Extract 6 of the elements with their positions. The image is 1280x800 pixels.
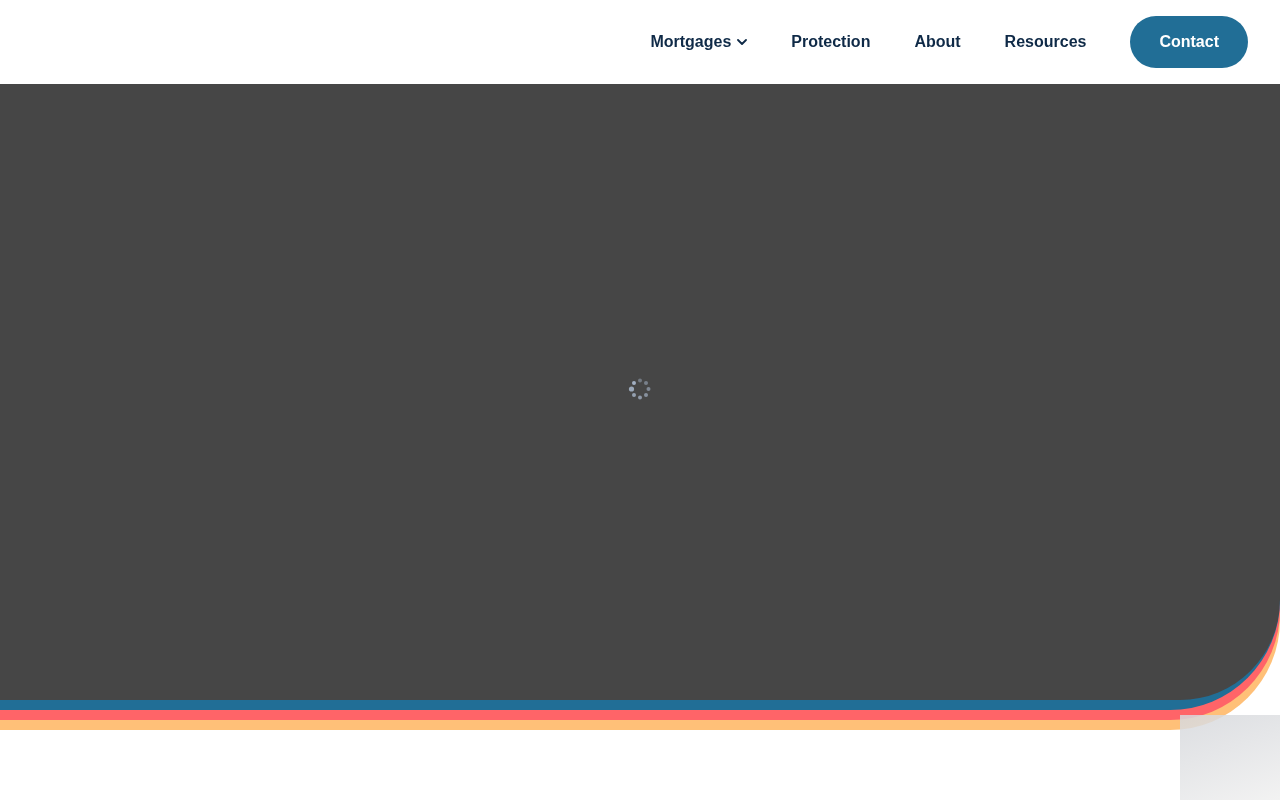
nav-link[interactable]: About	[914, 33, 961, 51]
nav-link[interactable]: Protection	[791, 33, 871, 51]
nav-link[interactable]: Mortgages	[650, 33, 748, 51]
contact-button[interactable]: Contact	[1130, 16, 1248, 68]
nav-link[interactable]: Resources	[1004, 33, 1087, 51]
chevron-down-icon	[737, 39, 748, 45]
